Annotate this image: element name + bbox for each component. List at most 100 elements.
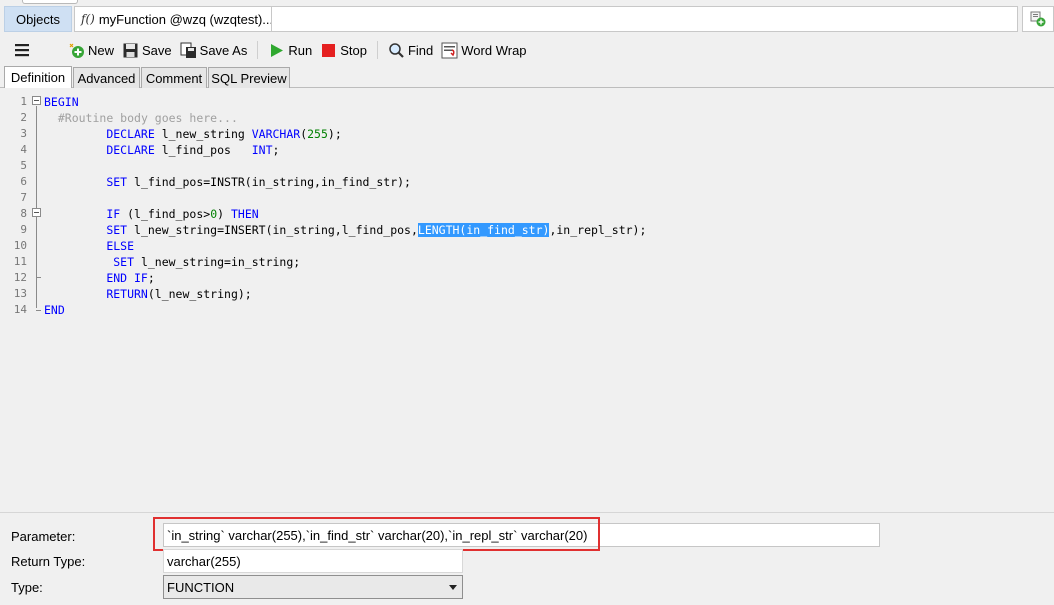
selected-text: LENGTH(in_find_str) <box>417 223 550 237</box>
code-token: VARCHAR <box>251 127 301 141</box>
tab-advanced[interactable]: Advanced <box>73 67 140 88</box>
play-icon <box>271 43 284 57</box>
code-editor[interactable]: 1 2 3 4 5 6 7 8 9 10 11 12 13 14 BEGIN #Routine body … <box>3 88 1054 508</box>
code-line[interactable] <box>44 190 646 206</box>
save-button[interactable]: Save <box>118 38 176 62</box>
search-icon <box>389 42 404 58</box>
menu-button[interactable] <box>10 38 34 62</box>
code-token: l_new_string <box>154 127 252 141</box>
code-token: (l_find_pos> <box>120 207 211 221</box>
line-number: 12 <box>13 271 27 284</box>
code-line[interactable]: SET l_new_string=in_string; <box>44 254 646 270</box>
code-token: RETURN <box>106 287 148 301</box>
tab-strip-empty <box>272 6 1018 32</box>
code-token: ; <box>272 143 280 157</box>
code-token: l_new_string=INSERT(in_string,l_find_pos… <box>127 223 418 237</box>
save-as-button[interactable]: Save As <box>176 38 252 62</box>
code-token: 255 <box>307 127 328 141</box>
code-token: l_new_string=in_string; <box>134 255 301 269</box>
return-type-value: varchar(255) <box>167 553 241 569</box>
fold-toggle-if[interactable] <box>32 208 41 217</box>
code-line[interactable]: SET l_new_string=INSERT(in_string,l_find… <box>44 222 646 238</box>
type-label: Type: <box>11 580 43 595</box>
code-line[interactable]: DECLARE l_new_string VARCHAR(255); <box>44 126 646 142</box>
line-number: 14 <box>13 303 27 316</box>
code-token: ) <box>217 207 231 221</box>
save-as-label: Save As <box>199 42 248 58</box>
tab-sql-preview-label: SQL Preview <box>211 70 287 86</box>
run-label: Run <box>288 42 313 58</box>
tab-my-function[interactable]: f() myFunction @wzq (wzqtest)... <box>74 6 272 32</box>
code-token: (l_new_string); <box>147 287 252 301</box>
code-line[interactable]: #Routine body goes here... <box>44 110 646 126</box>
find-button[interactable]: Find <box>384 38 437 62</box>
window-edge <box>22 0 78 4</box>
tab-definition-label: Definition <box>10 70 66 85</box>
new-tab-button[interactable] <box>1022 6 1054 32</box>
line-number-gutter: 1 2 3 4 5 6 7 8 9 10 11 12 13 14 <box>3 94 33 318</box>
code-token: l_find_pos=INSTR(in_string,in_find_str); <box>127 175 411 189</box>
code-token: SET <box>106 223 128 237</box>
code-token: DECLARE <box>106 143 155 157</box>
word-wrap-label: Word Wrap <box>461 42 527 58</box>
tab-comment[interactable]: Comment <box>141 67 207 88</box>
fold-end-if <box>36 277 41 278</box>
add-tab-icon <box>1030 11 1046 27</box>
return-type-label: Return Type: <box>11 554 86 569</box>
code-line[interactable]: BEGIN <box>44 94 646 110</box>
code-token: END IF <box>106 271 148 285</box>
stop-button[interactable]: Stop <box>316 38 371 62</box>
line-number: 3 <box>20 127 27 140</box>
code-line[interactable] <box>44 158 646 174</box>
line-number: 13 <box>13 287 27 300</box>
new-button[interactable]: New <box>64 38 118 62</box>
code-line[interactable]: ELSE <box>44 238 646 254</box>
tab-sql-preview[interactable]: SQL Preview <box>208 67 290 88</box>
code-lines[interactable]: BEGIN #Routine body goes here... DECLARE… <box>44 94 646 318</box>
code-token: #Routine body goes here... <box>57 111 238 125</box>
parameter-input[interactable]: `in_string` varchar(255),`in_find_str` v… <box>163 523 880 547</box>
parameter-value: `in_string` varchar(255),`in_find_str` v… <box>167 527 588 543</box>
code-token: SET <box>106 175 128 189</box>
fold-toggle-begin[interactable] <box>32 96 41 105</box>
code-token: l_find_pos <box>154 143 252 157</box>
run-button[interactable]: Run <box>264 38 316 62</box>
parameter-label: Parameter: <box>11 529 76 544</box>
save-as-icon <box>180 42 196 58</box>
save-icon <box>123 43 138 57</box>
tab-objects-label: Objects <box>15 11 61 27</box>
code-line[interactable]: END <box>44 302 646 318</box>
line-number: 5 <box>20 159 27 172</box>
code-line[interactable]: RETURN(l_new_string); <box>44 286 646 302</box>
toolbar-separator <box>257 41 259 59</box>
tab-advanced-label: Advanced <box>77 70 136 86</box>
word-wrap-button[interactable]: Word Wrap <box>437 38 530 62</box>
code-line[interactable]: SET l_find_pos=INSTR(in_string,in_find_s… <box>44 174 646 190</box>
line-number: 6 <box>20 175 27 188</box>
line-number: 1 <box>20 95 27 108</box>
line-number: 11 <box>13 255 27 268</box>
code-line[interactable]: END IF; <box>44 270 646 286</box>
stop-icon <box>322 43 336 57</box>
code-token: BEGIN <box>44 95 79 109</box>
fold-end-begin <box>36 310 41 311</box>
type-select[interactable]: FUNCTION <box>163 575 463 599</box>
find-label: Find <box>407 42 434 58</box>
code-token: INT <box>251 143 273 157</box>
tab-definition[interactable]: Definition <box>4 66 72 88</box>
editor-tabs: Definition Advanced Comment SQL Preview <box>0 64 1054 88</box>
tab-objects[interactable]: Objects <box>4 6 72 32</box>
code-line[interactable]: IF (l_find_pos>0) THEN <box>44 206 646 222</box>
new-label: New <box>88 42 115 58</box>
code-line[interactable]: DECLARE l_find_pos INT; <box>44 142 646 158</box>
tab-bar: Objects f() myFunction @wzq (wzqtest)... <box>0 0 1054 36</box>
return-type-input[interactable]: varchar(255) <box>163 549 463 573</box>
code-token: ELSE <box>106 239 135 253</box>
